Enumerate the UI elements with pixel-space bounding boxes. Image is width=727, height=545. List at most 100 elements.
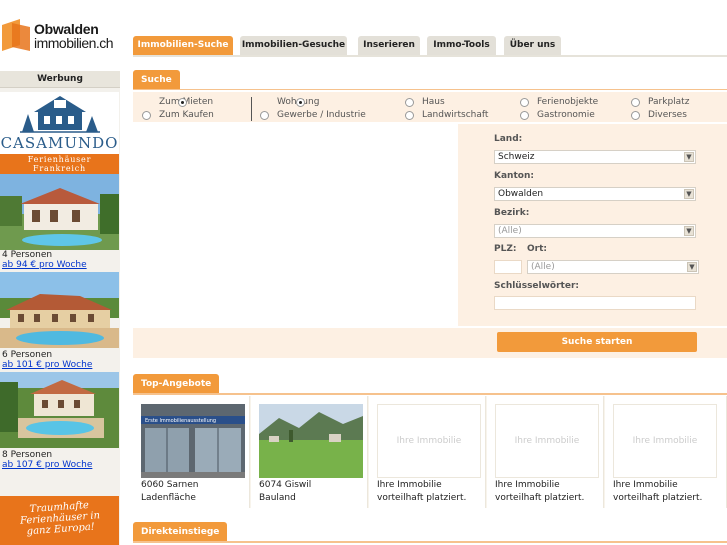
chevron-down-icon: ▼ (684, 152, 694, 162)
house-1-price-link[interactable]: ab 94 € pro Woche (2, 260, 87, 270)
ort-select[interactable]: (Alle) ▼ (527, 260, 699, 274)
radio-diverses[interactable]: Diverses (631, 109, 687, 121)
tab-immobilien-suche[interactable]: Immobilien-Suche (133, 36, 233, 56)
radio-label: Landwirtschaft (422, 110, 489, 120)
offer-card-4-line1: Ihre Immobilie (495, 480, 560, 490)
radio-wohnung[interactable]: Wohnung (260, 96, 319, 108)
radio-label: Gewerbe / Industrie (277, 110, 366, 120)
offer-card-4[interactable]: Ihre Immobilie Ihre Immobilie vorteilhaf… (487, 396, 604, 508)
chevron-down-icon: ▼ (684, 226, 694, 236)
radio-separator (251, 97, 252, 121)
logo-text-line2: immobilien.ch (34, 35, 114, 51)
bezirk-value: (Alle) (498, 226, 522, 236)
radio-ferienobjekte[interactable]: Ferienobjekte (520, 96, 598, 108)
search-panel: Zum Mieten Zum Kaufen Wohnung Gewerbe / … (133, 90, 727, 360)
radio-label: Haus (422, 97, 445, 107)
bezirk-select[interactable]: (Alle) ▼ (494, 224, 696, 238)
house-photo-1[interactable] (0, 174, 119, 250)
radio-dot (178, 97, 187, 107)
offer-placeholder[interactable]: Ihre Immobilie (377, 404, 481, 478)
tab-ueber-uns[interactable]: Über uns (504, 36, 561, 55)
offer-card-5-line1: Ihre Immobilie (613, 480, 678, 490)
keywords-label: Schlüsselwörter: (494, 281, 579, 291)
search-form: Land: Schweiz ▼ Kanton: Obwalden ▼ Bezir… (458, 124, 727, 326)
radio-gewerbe[interactable]: Gewerbe / Industrie (260, 109, 366, 121)
radio-label: Ferienobjekte (537, 97, 599, 107)
tab-immobilien-gesuche[interactable]: Immobilien-Gesuche (240, 36, 347, 55)
house-1-persons: 4 Personen (2, 250, 53, 260)
tab-immo-tools[interactable]: Immo-Tools (427, 36, 496, 55)
radio-zum-kaufen[interactable]: Zum Kaufen (142, 109, 214, 121)
land-label: Land: (494, 134, 523, 144)
radio-dot (520, 110, 529, 120)
house-photo-3[interactable] (0, 372, 119, 448)
tab-inserieren[interactable]: Inserieren (358, 36, 420, 55)
radio-label: Parkplatz (648, 97, 690, 107)
villa-logo-icon (20, 96, 100, 133)
radio-dot (260, 110, 269, 120)
chevron-down-icon: ▼ (687, 262, 697, 272)
ad-tagline-line2: Frankreich (33, 164, 86, 173)
offer-card-1[interactable]: Erste Immobilienausstellung 6060 Sarnen … (133, 396, 250, 508)
keywords-input[interactable] (494, 296, 696, 310)
nav-divider (133, 55, 727, 57)
radio-label: Zum Kaufen (159, 110, 214, 120)
search-radio-row: Zum Mieten Zum Kaufen Wohnung Gewerbe / … (133, 92, 727, 122)
offer-card-2-type: Bauland (259, 493, 296, 503)
radio-dot (405, 97, 414, 107)
kanton-label: Kanton: (494, 171, 534, 181)
offer-card-5-line2: vorteilhaft platziert. (613, 493, 703, 503)
land-select[interactable]: Schweiz ▼ (494, 150, 696, 164)
direkteinstiege-divider (133, 541, 727, 543)
promo-banner[interactable]: Traumhafte Ferienhäuser in ganz Europa! … (0, 496, 119, 545)
radio-zum-mieten[interactable]: Zum Mieten (142, 96, 213, 108)
storefront-sign: Erste Immobilienausstellung (145, 418, 216, 424)
meadow-photo[interactable] (259, 404, 363, 478)
offer-card-3[interactable]: Ihre Immobilie Ihre Immobilie vorteilhaf… (369, 396, 486, 508)
house-2-persons: 6 Personen (2, 350, 53, 360)
offer-card-3-line1: Ihre Immobilie (377, 480, 442, 490)
section-title-direkteinstiege: Direkteinstiege (133, 522, 228, 542)
kanton-value: Obwalden (498, 189, 544, 199)
ad-tagline-line1: Ferienhäuser (27, 155, 92, 164)
top-angebote-divider (133, 393, 727, 395)
chevron-down-icon: ▼ (684, 189, 694, 199)
promo-text: Traumhafte Ferienhäuser in ganz Europa! (3, 498, 117, 539)
search-submit-button[interactable]: Suche starten (497, 332, 697, 352)
radio-landwirtschaft[interactable]: Landwirtschaft (405, 109, 488, 121)
radio-parkplatz[interactable]: Parkplatz (631, 96, 689, 108)
radio-dot (520, 97, 529, 107)
house-2-price-link[interactable]: ab 101 € pro Woche (2, 360, 92, 370)
ort-label: Ort: (527, 244, 547, 254)
map-area[interactable] (133, 124, 458, 326)
site-logo[interactable]: Obwalden immobilien.ch (0, 17, 120, 53)
radio-dot (631, 110, 640, 120)
offer-placeholder[interactable]: Ihre Immobilie (613, 404, 717, 478)
sidebar: Werbung CASAMUNDO Ferienhäuser Frankreic… (0, 71, 120, 545)
storefront-photo[interactable]: Erste Immobilienausstellung (141, 404, 245, 478)
house-photo-2[interactable] (0, 272, 119, 348)
radio-haus[interactable]: Haus (405, 96, 445, 108)
land-value: Schweiz (498, 152, 535, 162)
casamundo-logo[interactable]: CASAMUNDO (0, 92, 119, 154)
offer-card-4-line2: vorteilhaft platziert. (495, 493, 585, 503)
kanton-select[interactable]: Obwalden ▼ (494, 187, 696, 201)
radio-dot (631, 97, 640, 107)
offer-card-2[interactable]: 6074 Giswil Bauland (251, 396, 368, 508)
house-3-price-link[interactable]: ab 107 € pro Woche (2, 460, 92, 470)
search-footer: Suche starten (133, 328, 727, 358)
radio-dot (296, 97, 305, 107)
radio-gastronomie[interactable]: Gastronomie (520, 109, 595, 121)
bezirk-label: Bezirk: (494, 208, 530, 218)
radio-label: Diverses (648, 110, 687, 120)
ort-value: (Alle) (531, 262, 555, 272)
section-title-suche: Suche (133, 70, 180, 90)
offer-card-5[interactable]: Ihre Immobilie Ihre Immobilie vorteilhaf… (605, 396, 727, 508)
section-title-top-angebote: Top-Angebote (133, 374, 220, 394)
offer-placeholder[interactable]: Ihre Immobilie (495, 404, 599, 478)
plz-label: PLZ: (494, 244, 517, 254)
plz-input[interactable] (494, 260, 522, 274)
offer-card-1-type: Ladenfläche (141, 493, 196, 503)
logo-mark-icon (2, 19, 30, 51)
offer-card-3-line2: vorteilhaft platziert. (377, 493, 467, 503)
